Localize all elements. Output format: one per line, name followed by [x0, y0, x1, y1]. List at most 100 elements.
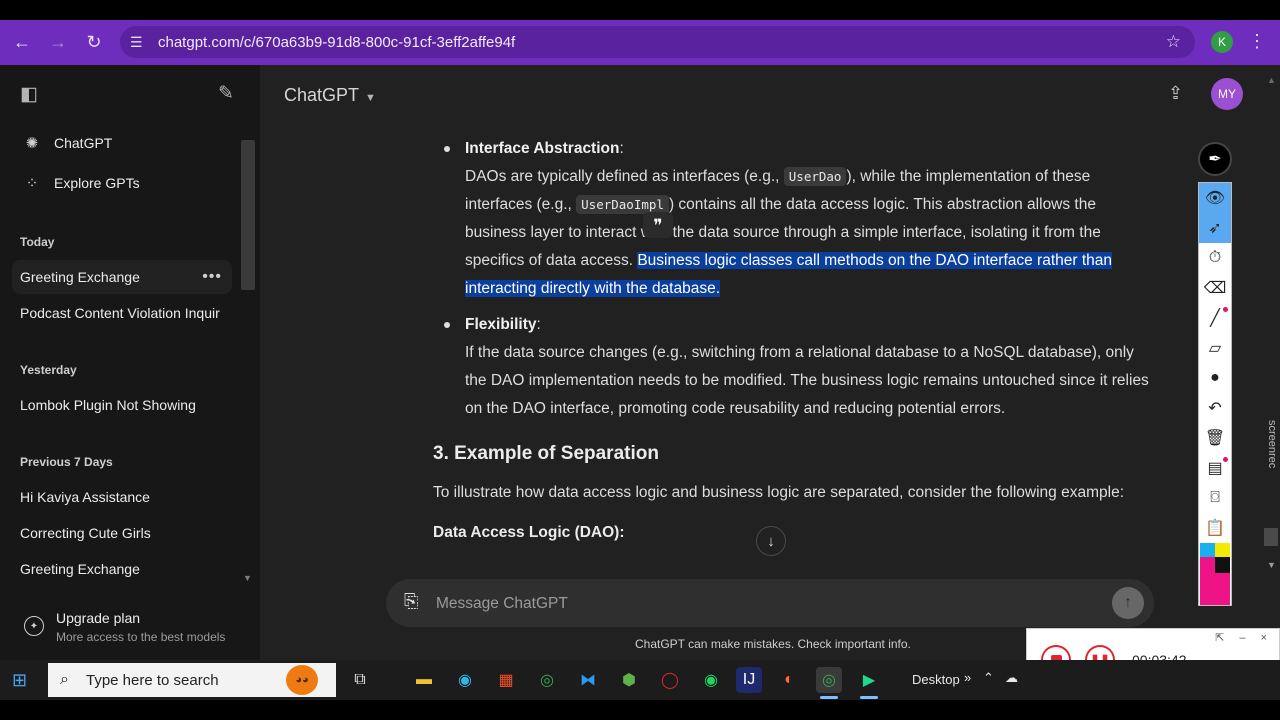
body-text: DAOs are typically defined as interfaces…: [465, 168, 784, 185]
share-icon[interactable]: ⇪: [1168, 83, 1183, 104]
clipboard-icon[interactable]: 📋: [1199, 513, 1231, 543]
sidebar-item-explore-gpts[interactable]: ⁘ Explore GPTs: [12, 166, 232, 200]
address-bar[interactable]: ☰ chatgpt.com/c/670a63b9-91d8-800c-91cf-…: [120, 26, 1195, 58]
bullet-interface-abstraction: Interface Abstraction: DAOs are typicall…: [433, 135, 1153, 303]
chat-item-lombok[interactable]: Lombok Plugin Not Showing: [12, 388, 232, 422]
browser-menu-icon[interactable]: ⋮: [1248, 31, 1266, 52]
search-icon: ⌕: [60, 671, 69, 688]
line-icon[interactable]: ╱: [1199, 303, 1231, 333]
site-settings-icon[interactable]: ☰: [130, 34, 156, 51]
bullet-dot: [444, 322, 450, 328]
upgrade-plan-button[interactable]: ✦ Upgrade plan More access to the best m…: [20, 610, 240, 654]
sub-heading: Data Access Logic (DAO):: [433, 524, 625, 541]
section-heading-previous-7-days: Previous 7 Days: [20, 455, 113, 469]
scroll-down-arrow-icon[interactable]: ▼: [1267, 560, 1276, 570]
trash-icon[interactable]: 🗑: [1199, 423, 1231, 453]
chrome-icon[interactable]: ◎: [534, 667, 560, 693]
section-heading: 3. Example of Separation: [433, 443, 659, 464]
chat-item-label: Hi Kaviya Assistance: [20, 489, 150, 505]
top-strip: [0, 0, 1280, 20]
body-text: If the data source changes (e.g., switch…: [465, 344, 1149, 417]
user-avatar[interactable]: MY: [1211, 78, 1243, 110]
scroll-to-bottom-button[interactable]: ↓: [756, 526, 786, 556]
bookmark-star-icon[interactable]: ☆: [1166, 32, 1181, 52]
edge-icon[interactable]: ◉: [452, 667, 478, 693]
grid-icon: ⁘: [25, 175, 39, 192]
sidebar: ◧ ✎ ✺ ChatGPT ⁘ Explore GPTs Today Greet…: [0, 65, 260, 660]
more-options-icon[interactable]: •••: [202, 268, 222, 286]
cursor-icon[interactable]: ➶: [1199, 213, 1231, 243]
vscode-icon[interactable]: ⧓: [575, 667, 601, 693]
chevron-right-icon[interactable]: »: [964, 670, 971, 685]
message-composer: ⎘ ↑: [386, 579, 1154, 627]
file-explorer-icon[interactable]: ▬: [411, 667, 437, 693]
color-palette[interactable]: [1200, 543, 1230, 605]
chat-item-label: Correcting Cute Girls: [20, 525, 151, 541]
forward-icon[interactable]: →: [40, 25, 76, 61]
main-panel: ChatGPT ▼ ⇪ MY Interface Abstraction: DAO…: [260, 65, 1280, 660]
bullet-title: Interface Abstraction: [465, 140, 620, 157]
new-chat-icon[interactable]: ✎: [218, 82, 234, 105]
chat-item-label: Greeting Exchange: [20, 269, 140, 285]
task-view-icon[interactable]: ⧉: [347, 667, 373, 693]
browser-toolbar: ← → ↻ ☰ chatgpt.com/c/670a63b9-91d8-800c…: [0, 20, 1280, 65]
attach-icon[interactable]: ⎘: [404, 591, 418, 612]
model-name: ChatGPT: [284, 85, 360, 105]
pen-tool-toggle-icon[interactable]: ✒: [1198, 142, 1232, 176]
chat-item-podcast[interactable]: Podcast Content Violation Inquir: [12, 296, 232, 330]
node-icon[interactable]: ⬢: [616, 667, 642, 693]
chat-item-greeting-exchange-2[interactable]: Greeting Exchange: [12, 552, 232, 586]
pycharm-icon[interactable]: ▶: [856, 667, 882, 699]
quote-reply-button[interactable]: ❞: [643, 212, 673, 238]
browser-profile-avatar[interactable]: K: [1211, 31, 1233, 53]
taskbar-search[interactable]: ⌕ Type here to search ◕◕: [48, 663, 336, 697]
circle-icon[interactable]: ●: [1199, 363, 1231, 393]
store-icon[interactable]: ▦: [493, 667, 519, 693]
annotation-toolbar: 👁 ➶ ⏱ ⌫ ╱ ▱ ● ↶ 🗑 ▤ ⌼ 📋: [1198, 182, 1232, 606]
message-input[interactable]: [436, 593, 1076, 615]
bullet-title: Flexibility: [465, 316, 537, 333]
postman-icon[interactable]: ◐: [776, 667, 802, 693]
scroll-down-arrow-icon[interactable]: ▼: [243, 573, 252, 583]
show-hidden-icons-icon[interactable]: ⌃: [983, 670, 994, 686]
window-controls[interactable]: ⇱ – ×: [1215, 631, 1273, 644]
model-selector[interactable]: ChatGPT ▼: [284, 85, 376, 106]
chat-item-greeting-exchange[interactable]: Greeting Exchange •••: [12, 260, 232, 294]
onedrive-icon[interactable]: ☁: [1005, 670, 1018, 686]
intellij-icon[interactable]: IJ: [736, 667, 762, 693]
chat-item-correcting[interactable]: Correcting Cute Girls: [12, 516, 232, 550]
whiteboard-icon[interactable]: ▤: [1199, 453, 1231, 483]
scroll-up-arrow-icon[interactable]: ▲: [1267, 75, 1276, 85]
bullet-flexibility: Flexibility: If the data source changes …: [433, 311, 1153, 423]
windows-start-icon[interactable]: ⊞: [12, 670, 27, 691]
sidebar-item-label: ChatGPT: [54, 135, 113, 151]
spotify-icon[interactable]: ◉: [698, 667, 724, 693]
upgrade-title: Upgrade plan: [56, 610, 141, 626]
main-scrollbar[interactable]: [1264, 528, 1278, 546]
chevron-down-icon: ▼: [365, 92, 376, 104]
reload-icon[interactable]: ↻: [76, 25, 112, 61]
ruler-icon[interactable]: ▱: [1199, 333, 1231, 363]
upgrade-subtitle: More access to the best models: [56, 630, 226, 644]
eye-icon[interactable]: 👁: [1199, 183, 1231, 213]
sidebar-item-label: Explore GPTs: [54, 175, 140, 191]
url-text[interactable]: chatgpt.com/c/670a63b9-91d8-800c-91cf-3e…: [158, 34, 515, 51]
desktop-toolbar-label[interactable]: Desktop: [912, 672, 960, 687]
send-button[interactable]: ↑: [1112, 587, 1144, 619]
pumpkin-icon: ◕◕: [286, 665, 318, 695]
chat-item-hi-kaviya[interactable]: Hi Kaviya Assistance: [12, 480, 232, 514]
screenrec-logo: screenrec: [1266, 420, 1278, 469]
chat-item-label: Lombok Plugin Not Showing: [20, 397, 196, 413]
eraser-icon[interactable]: ⌫: [1199, 273, 1231, 303]
sidebar-scrollbar[interactable]: [241, 140, 255, 290]
back-icon[interactable]: ←: [4, 25, 40, 61]
sidebar-toggle-icon[interactable]: ◧: [20, 83, 38, 106]
undo-icon[interactable]: ↶: [1199, 393, 1231, 423]
message-content: Interface Abstraction: DAOs are typicall…: [433, 135, 1153, 547]
camera-icon[interactable]: ⌼: [1199, 483, 1231, 513]
chrome-profile-icon[interactable]: ◎: [816, 667, 842, 699]
timer-icon[interactable]: ⏱: [1199, 243, 1231, 273]
section-heading-today: Today: [20, 235, 55, 249]
sidebar-item-chatgpt[interactable]: ✺ ChatGPT: [12, 126, 232, 160]
opera-icon[interactable]: ◯: [657, 667, 683, 693]
